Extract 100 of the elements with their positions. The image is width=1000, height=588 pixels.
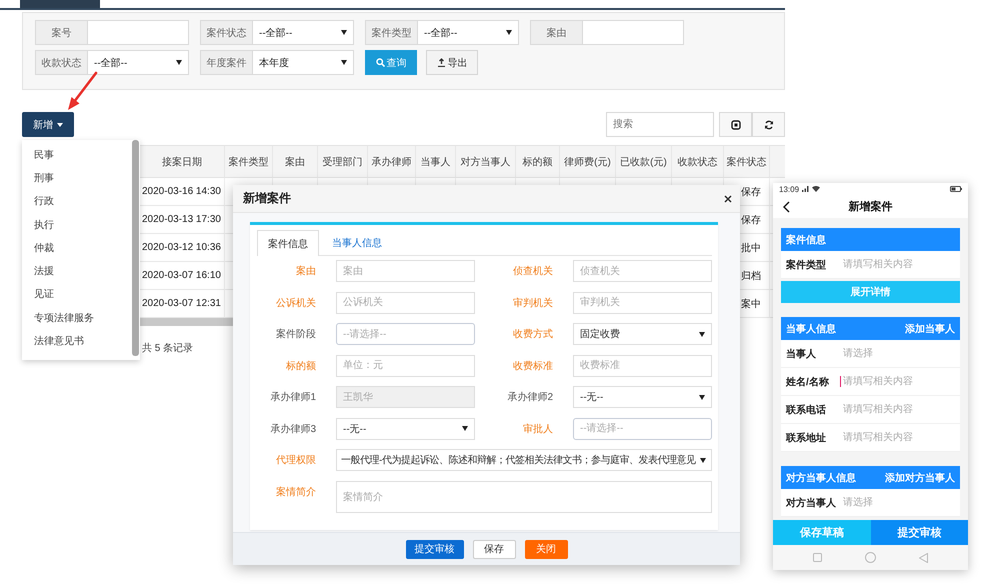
- field-label: 收款状态: [35, 50, 87, 75]
- recents-icon[interactable]: [813, 553, 822, 562]
- nav-tab[interactable]: [20, 0, 100, 8]
- field-label: 标的额: [285, 360, 317, 372]
- submit-button[interactable]: 提交审核: [406, 540, 464, 558]
- picker-field[interactable]: --请选择--: [573, 418, 712, 440]
- field-label: 案件阶段: [275, 328, 317, 341]
- column-header[interactable]: 案件类型: [225, 145, 273, 178]
- input-field[interactable]: 请选择: [840, 497, 953, 508]
- save-button[interactable]: 保存: [472, 540, 516, 558]
- select-field[interactable]: 一般代理-代为提起诉讼、陈述和辩解；代签相关法律文书；参与庭审、发表代理意见: [336, 449, 712, 471]
- add-button[interactable]: 新增: [22, 112, 74, 137]
- menu-item[interactable]: 刑事: [22, 166, 140, 190]
- caret-icon: [176, 60, 182, 65]
- refresh-button[interactable]: [752, 112, 785, 137]
- field-label: 代理权限: [275, 454, 317, 467]
- field-label: 姓名/名称: [786, 376, 830, 388]
- menu-item[interactable]: 行政: [22, 190, 140, 213]
- back-icon[interactable]: [919, 552, 928, 562]
- field-label: 审批人: [522, 422, 554, 436]
- pointer-arrow: [68, 72, 98, 110]
- field-label: 收费标准: [512, 360, 554, 372]
- field-label: 对方当事人: [786, 496, 837, 510]
- column-header[interactable]: 接案日期: [140, 145, 225, 178]
- field-label: 案件状态: [200, 20, 252, 45]
- field-label: 承办律师3: [269, 422, 317, 436]
- column-header[interactable]: 收款状态: [672, 145, 724, 178]
- battery-icon: [950, 186, 962, 192]
- menu-item[interactable]: 见证: [22, 282, 140, 306]
- column-header[interactable]: 案由: [273, 145, 318, 178]
- column-header[interactable]: 已收款(元): [616, 145, 672, 178]
- select-field[interactable]: --无--: [336, 418, 475, 440]
- field-label: 公诉机关: [275, 296, 317, 310]
- section-title: 对方当事人信息: [786, 471, 856, 484]
- column-header[interactable]: 承办律师: [368, 145, 416, 178]
- caret-icon: [699, 394, 705, 400]
- field-label: 联系地址: [786, 432, 827, 444]
- field-label: 案号: [35, 20, 87, 45]
- menu-item[interactable]: 民事: [22, 143, 140, 166]
- field-label: 当事人: [786, 348, 817, 360]
- search-icon: [376, 58, 384, 67]
- caret-icon: [462, 426, 468, 431]
- record-count: 共 5 条记录: [142, 342, 194, 355]
- columns-button[interactable]: [719, 112, 752, 137]
- field-label: 案情简介: [275, 486, 317, 498]
- columns-icon: [730, 120, 740, 130]
- field-label: 案件类型: [786, 258, 827, 272]
- column-header[interactable]: 对方当事人: [456, 145, 516, 178]
- field-label: 承办律师2: [506, 390, 554, 404]
- caret-icon: [700, 458, 706, 462]
- close-icon: [724, 194, 732, 202]
- select-field[interactable]: --全部--: [87, 50, 189, 75]
- field-label: 案由: [295, 264, 317, 278]
- menu-item[interactable]: 专项法律服务: [22, 306, 140, 330]
- search-field[interactable]: 搜索: [606, 112, 714, 137]
- caret-icon: [57, 122, 63, 126]
- caret-icon: [341, 30, 347, 35]
- column-header[interactable]: 受理部门: [318, 145, 368, 178]
- select-field[interactable]: --无--: [573, 386, 712, 408]
- select-field[interactable]: --全部--: [417, 20, 519, 45]
- refresh-icon: [764, 120, 774, 130]
- field-label: 收费方式: [512, 328, 554, 341]
- column-header[interactable]: 当事人: [416, 145, 456, 178]
- field-label: 审判机关: [512, 296, 554, 310]
- home-icon[interactable]: [865, 552, 876, 563]
- section-title: 案件信息: [786, 233, 826, 246]
- field-label: 承办律师1: [269, 390, 317, 404]
- caret-icon: [506, 30, 512, 35]
- field-label: 案件类型: [365, 20, 417, 45]
- wifi-icon: [812, 186, 820, 192]
- column-header[interactable]: 案件状态: [724, 145, 770, 178]
- export-button[interactable]: 导出: [426, 50, 478, 75]
- column-header[interactable]: 律师费(元): [560, 145, 616, 178]
- caret-icon: [699, 332, 705, 336]
- scrollbar[interactable]: [132, 140, 139, 356]
- close-button[interactable]: [722, 192, 734, 204]
- scrollbar[interactable]: [140, 318, 233, 326]
- screen-title: 新增案件: [848, 199, 894, 214]
- caret-icon: [341, 60, 347, 65]
- field-label: 侦查机关: [512, 264, 554, 278]
- text-area[interactable]: 案情简介: [336, 480, 712, 512]
- back-icon: [783, 200, 790, 212]
- status-time: 13:09: [779, 184, 800, 194]
- export-icon: [436, 58, 446, 67]
- menu-item[interactable]: 仲裁: [22, 236, 140, 260]
- select-field[interactable]: 本年度: [252, 50, 354, 75]
- column-header[interactable]: 标的额: [516, 145, 560, 178]
- signal-icon: [802, 186, 810, 192]
- input-field[interactable]: 请选择: [840, 348, 953, 359]
- field-label: 年度案件: [200, 50, 252, 75]
- tab[interactable]: 案件信息: [257, 230, 319, 256]
- section-title: 当事人信息: [786, 322, 836, 336]
- select-field[interactable]: --全部--: [252, 20, 354, 45]
- menu-item[interactable]: 法援: [22, 259, 140, 283]
- field-label: 联系电话: [786, 404, 827, 416]
- menu-item[interactable]: 执行: [22, 212, 140, 236]
- select-field[interactable]: 固定收费: [573, 323, 712, 345]
- picker-field[interactable]: --请选择--: [336, 323, 475, 345]
- menu-item[interactable]: 法律意见书: [22, 329, 140, 353]
- tab[interactable]: 当事人信息: [321, 230, 393, 255]
